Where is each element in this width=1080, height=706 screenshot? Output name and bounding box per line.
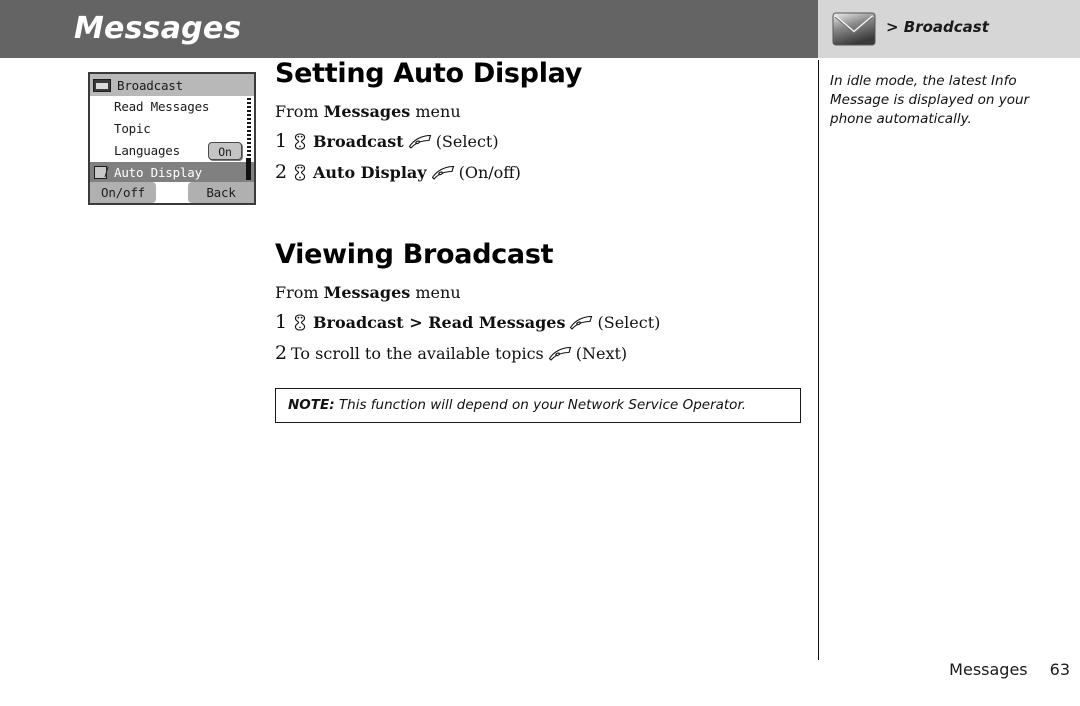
page-title: Messages [74,11,242,46]
step-number: 2 [275,342,288,364]
step-row: 1 Broadcast (Select) [275,130,815,152]
main-content: Setting Auto Display From Messages menu … [275,58,815,423]
status-badge: On [208,142,242,160]
breadcrumb-label: > Broadcast [886,18,989,36]
softkey-gap [156,182,180,203]
softkey-icon [408,134,432,150]
footer-page-number: 63 [1049,660,1070,679]
phone-menu-item[interactable]: Topic [90,118,254,140]
step-number: 1 [275,130,288,152]
step-action: (On/off) [458,163,521,182]
step-number: 2 [275,161,288,183]
page-header: Messages > Broadcast [0,0,1080,58]
from-suffix: menu [410,102,461,121]
softkey-icon [569,315,593,331]
step-row: 1 Broadcast > Read Messages (Select) [275,311,815,333]
envelope-icon [832,12,876,46]
from-prefix: From [275,102,324,121]
step-action: (Select) [435,132,499,151]
from-suffix: menu [410,283,461,302]
navigation-key-icon [292,314,308,331]
phone-menu-item[interactable]: Read Messages [90,96,254,118]
note-box: NOTE: This function will depend on your … [275,388,801,423]
phone-menu-list: Read Messages Topic Languages On Auto Di… [90,96,254,184]
phone-softkey-bar: On/off Back [90,182,254,203]
softkey-left-button[interactable]: On/off [90,182,156,203]
phone-menu-item[interactable]: Languages On [90,140,254,162]
softkey-icon [431,165,455,181]
phone-titlebar: Broadcast [90,74,254,96]
from-menu-line: From Messages menu [275,283,815,302]
footer-chapter: Messages [949,660,1028,679]
navigation-key-icon [292,133,308,150]
step-number: 1 [275,311,288,333]
phone-title-label: Broadcast [117,77,183,93]
step-action: (Next) [575,344,628,363]
phone-menu-item-label: Auto Display [114,165,202,180]
step-label: Broadcast [313,132,404,151]
broadcast-icon [93,78,111,92]
step-row: 2 Auto Display (On/off) [275,161,815,183]
phone-screen-mockup: Broadcast Read Messages Topic Languages … [88,72,256,205]
scrollbar-thumb[interactable] [246,158,251,180]
phone-menu-item-label: Read Messages [114,99,210,114]
step-label: To scroll to the available topics [291,344,544,363]
step-label: Broadcast > Read Messages [313,313,566,332]
step-label: Auto Display [313,163,427,182]
note-label: NOTE: [288,397,335,413]
vertical-divider [818,60,819,660]
from-menu-name: Messages [323,283,411,302]
softkey-right-button[interactable]: Back [188,182,254,203]
note-text: This function will depend on your Networ… [334,397,747,413]
step-row: 2 To scroll to the available topics (Nex… [275,342,815,364]
phone-menu-item-label: Topic [114,121,151,136]
navigation-key-icon [292,164,308,181]
from-menu-line: From Messages menu [275,102,815,121]
section-title-viewing-broadcast: Viewing Broadcast [275,239,554,270]
softkey-icon [548,346,572,362]
phone-menu-item-label: Languages [114,143,180,158]
from-menu-name: Messages [323,102,411,121]
header-breadcrumb-tab: > Broadcast [818,0,1080,58]
from-prefix: From [275,283,324,302]
checkbox-checked-icon[interactable] [94,166,107,179]
section-title-setting-auto-display: Setting Auto Display [275,58,583,89]
page-footer: Messages 63 [830,660,1080,679]
header-bar: Messages [0,0,818,58]
sidenote-text: In idle mode, the latest Info Message is… [830,73,1030,127]
step-action: (Select) [597,313,661,332]
phone-menu-item-selected[interactable]: Auto Display [90,162,254,184]
